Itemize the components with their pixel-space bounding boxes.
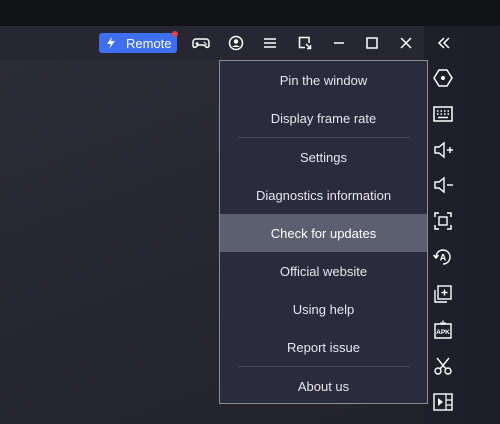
- remote-button-label: Remote: [126, 35, 172, 51]
- apk-install-icon[interactable]: APK: [432, 319, 454, 341]
- account-icon[interactable]: [227, 34, 245, 52]
- menu-item-settings[interactable]: Settings: [220, 138, 427, 176]
- svg-text:APK: APK: [436, 329, 450, 336]
- menu-item-pin-window[interactable]: Pin the window: [220, 61, 427, 99]
- menu-item-using-help[interactable]: Using help: [220, 290, 427, 328]
- menu-item-label: Diagnostics information: [255, 187, 392, 203]
- volume-up-icon[interactable]: [432, 139, 454, 161]
- menu-item-report-issue[interactable]: Report issue: [220, 328, 427, 366]
- menu-icon[interactable]: [261, 34, 279, 52]
- svg-text:A: A: [440, 253, 447, 263]
- menu-item-label: About us: [297, 378, 350, 394]
- menu-item-display-frame-rate[interactable]: Display frame rate: [220, 99, 427, 137]
- screenshot-icon[interactable]: [432, 210, 454, 232]
- resize-window-icon[interactable]: [296, 34, 314, 52]
- volume-down-icon[interactable]: [432, 174, 454, 196]
- menu-item-label: Report issue: [287, 339, 360, 355]
- menu-item-label: Official website: [279, 263, 368, 279]
- menu-item-label: Pin the window: [279, 72, 368, 88]
- maximize-icon[interactable]: [363, 34, 381, 52]
- menu-item-label: Using help: [292, 301, 355, 317]
- hexagon-icon[interactable]: [432, 67, 454, 89]
- menu-item-label: Check for updates: [270, 225, 377, 241]
- media-icon[interactable]: [432, 391, 454, 413]
- lightning-icon: [107, 37, 115, 49]
- menu-item-official-website[interactable]: Official website: [220, 252, 427, 290]
- multi-instance-icon[interactable]: [432, 283, 454, 305]
- keyboard-icon[interactable]: [432, 103, 454, 125]
- close-icon[interactable]: [397, 34, 415, 52]
- desktop-background: [0, 0, 500, 26]
- remote-button[interactable]: Remote: [99, 33, 177, 53]
- main-menu-dropdown: Pin the window Display frame rate Settin…: [219, 60, 428, 404]
- menu-item-diagnostics[interactable]: Diagnostics information: [220, 176, 427, 214]
- menu-item-check-updates[interactable]: Check for updates: [220, 214, 427, 252]
- gamepad-icon[interactable]: [192, 34, 210, 52]
- menu-item-about-us[interactable]: About us: [220, 367, 427, 405]
- scissors-icon[interactable]: [432, 355, 454, 377]
- collapse-sidebar-icon[interactable]: [435, 34, 453, 52]
- auto-rotate-icon[interactable]: A: [432, 246, 454, 268]
- menu-item-label: Display frame rate: [270, 110, 377, 126]
- minimize-icon[interactable]: [330, 34, 348, 52]
- window-edge: [464, 26, 500, 424]
- menu-item-label: Settings: [300, 149, 347, 165]
- notification-dot: [172, 31, 178, 37]
- title-bar: [0, 26, 424, 60]
